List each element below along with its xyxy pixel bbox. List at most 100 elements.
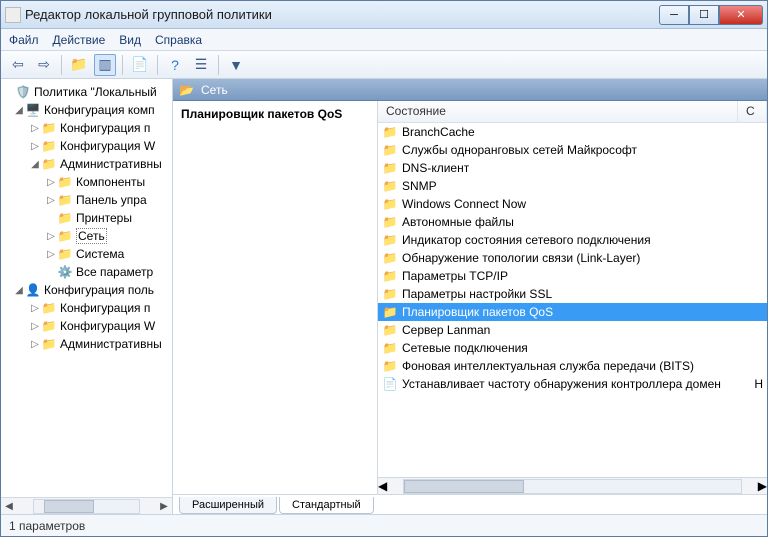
list-item[interactable]: 📁 Обнаружение топологии связи (Link-Layer… [378,249,767,267]
folder-icon: 📁 [382,269,398,283]
list-item[interactable]: 📁 Параметры настройки SSL [378,285,767,303]
folder-icon: 📁 [382,359,398,373]
tree-root[interactable]: 🛡️Политика "Локальный [1,83,172,101]
tree-item[interactable]: ▷📁Конфигурация W [1,137,172,155]
up-button[interactable]: 📁 [68,54,90,76]
properties-button[interactable]: ☰ [190,54,212,76]
scroll-thumb[interactable] [44,500,94,513]
tree-user-config[interactable]: ◢👤Конфигурация поль [1,281,172,299]
list-item[interactable]: 📁 Windows Connect Now [378,195,767,213]
list-hscrollbar[interactable]: ◀ ▶ [378,477,767,494]
menu-action[interactable]: Действие [53,33,106,47]
list-item[interactable]: 📁 Фоновая интеллектуальная служба передач… [378,357,767,375]
list-item[interactable]: 📁Параметры TCP/IP [378,267,767,285]
list-item-label: Сетевые подключения [402,341,528,355]
list-item[interactable]: 📁Сервер Lanman [378,321,767,339]
filter-icon: ▼ [229,57,243,73]
window: Редактор локальной групповой политики ─ … [0,0,768,537]
menu-help[interactable]: Справка [155,33,202,47]
list-item-label: SNMP [402,179,437,193]
list-item[interactable]: 📁Индикатор состояния сетевого подключени… [378,231,767,249]
tree-item[interactable]: 📁Принтеры [1,209,172,227]
folder-icon: 📁 [382,197,398,211]
list-item[interactable]: 📄Устанавливает частоту обнаружения контр… [378,375,767,393]
menubar: Файл Действие Вид Справка [1,29,767,51]
window-buttons: ─ ☐ ✕ [659,5,763,25]
list-item-extra: Н [742,377,763,391]
list-item[interactable]: 📁DNS-клиент [378,159,767,177]
titlebar[interactable]: Редактор локальной групповой политики ─ … [1,1,767,29]
list-item[interactable]: 📁BranchCache [378,123,767,141]
list-item-label: Параметры настройки SSL [402,287,552,301]
close-button[interactable]: ✕ [719,5,763,25]
help-icon: ? [171,57,179,73]
export-button[interactable]: 📄 [129,54,151,76]
tab-extended[interactable]: Расширенный [179,497,277,514]
tree-item[interactable]: ⚙️Все параметр [1,263,172,281]
path-label: Сеть [201,83,228,97]
list-item-label: Фоновая интеллектуальная служба передачи… [402,359,694,373]
list-scroll[interactable]: 📁BranchCache📁Службы одноранговых сетей М… [378,123,767,477]
folder-open-icon: 📂 [179,83,195,97]
list-item[interactable]: 📁Планировщик пакетов QoS [378,303,767,321]
tree-pane: 🛡️Политика "Локальный ◢🖥️Конфигурация ко… [1,79,173,514]
app-icon [5,7,21,23]
filter-button[interactable]: ▼ [225,54,247,76]
folder-icon: 📁 [382,305,398,319]
scroll-track[interactable] [403,479,742,494]
status-text: 1 параметров [9,519,85,533]
tree-computer-config[interactable]: ◢🖥️Конфигурация комп [1,101,172,119]
column-second[interactable]: С [738,101,767,122]
minimize-button[interactable]: ─ [659,5,689,25]
help-button[interactable]: ? [164,54,186,76]
maximize-button[interactable]: ☐ [689,5,719,25]
list-item[interactable]: 📁 Сетевые подключения [378,339,767,357]
scroll-left-icon[interactable]: ◀ [378,479,387,493]
folder-icon: 📁 [41,121,57,135]
selected-item-title: Планировщик пакетов QoS [181,107,369,121]
statusbar: 1 параметров [1,514,767,536]
folder-icon: 📁 [382,161,398,175]
tree-scroll[interactable]: 🛡️Политика "Локальный ◢🖥️Конфигурация ко… [1,79,172,497]
list-item-label: Windows Connect Now [402,197,526,211]
tree-item[interactable]: ▷📁Конфигурация п [1,299,172,317]
folder-icon: 📁 [382,287,398,301]
tree-item[interactable]: ▷📁Административны [1,335,172,353]
tree-admin-templates[interactable]: ◢📁Административны [1,155,172,173]
tree-item[interactable]: ▷📁Конфигурация W [1,317,172,335]
tree-item[interactable]: ▷📁Система [1,245,172,263]
tree-item[interactable]: ▷📁Конфигурация п [1,119,172,137]
menu-file[interactable]: Файл [9,33,39,47]
back-button[interactable]: ⇦ [7,54,29,76]
folder-icon: 📁 [382,341,398,355]
show-tree-button[interactable]: ▥ [94,54,116,76]
tree-item[interactable]: ▷📁Компоненты [1,173,172,191]
properties-icon: ☰ [195,56,208,73]
view-tabs: Расширенный Стандартный [173,494,767,514]
scroll-right-icon[interactable]: ▶ [758,479,767,493]
folder-icon: 📁 [382,233,398,247]
tree-item[interactable]: ▷📁Панель упра [1,191,172,209]
tab-standard[interactable]: Стандартный [279,497,374,514]
column-state[interactable]: Состояние [378,101,738,122]
scroll-track[interactable] [33,499,140,514]
tree-network[interactable]: ▷📁Сеть [1,227,172,245]
description-column: Планировщик пакетов QoS [173,101,378,494]
arrow-left-icon: ⇦ [12,56,24,73]
list-item[interactable]: 📁SNMP [378,177,767,195]
folder-icon: 📁 [57,193,73,207]
list-item-label: Обнаружение топологии связи (Link-Layer) [402,251,640,265]
list-item-label: Устанавливает частоту обнаружения контро… [402,377,721,391]
scroll-right-icon[interactable]: ▶ [156,501,172,512]
tree-hscrollbar[interactable]: ◀ ▶ [1,497,172,514]
list-item[interactable]: 📁Службы одноранговых сетей Майкрософт [378,141,767,159]
separator [157,55,158,75]
list-item[interactable]: 📁Автономные файлы [378,213,767,231]
scroll-thumb[interactable] [404,480,524,493]
scroll-left-icon[interactable]: ◀ [1,501,17,512]
forward-button[interactable]: ⇨ [33,54,55,76]
folder-icon: 📁 [382,143,398,157]
menu-view[interactable]: Вид [119,33,141,47]
folder-icon: 📁 [382,251,398,265]
path-header: 📂 Сеть [173,79,767,101]
